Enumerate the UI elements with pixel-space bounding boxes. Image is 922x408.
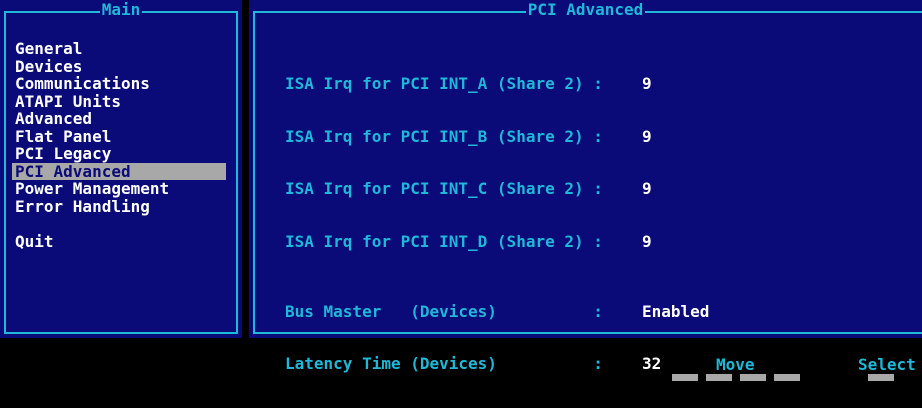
menu-item-pci-legacy[interactable]: PCI Legacy [12,145,226,163]
setting-row-bus-master[interactable]: Bus Master (Devices) : Enabled [285,301,709,321]
arrow-right-key-icon [774,374,800,381]
menu-item-general[interactable]: General [12,40,226,58]
arrow-up-key-icon [672,374,698,381]
help-move-label: Move [716,355,755,374]
setting-value[interactable]: 9 [642,232,652,251]
pci-advanced-title-text: PCI Advanced [525,0,646,19]
setting-separator: : [583,74,613,93]
setting-label: ISA Irq for PCI INT_A (Share 2) [285,74,584,93]
menu-item-communications[interactable]: Communications [12,75,226,93]
menu-item-atapi-units[interactable]: ATAPI Units [12,92,226,111]
setting-separator: : [583,179,613,198]
menu-item-pci-advanced[interactable]: PCI Advanced [12,162,226,180]
help-select-label: Select [858,355,916,374]
pci-advanced-title: PCI Advanced [249,0,922,19]
settings-list: ISA Irq for PCI INT_A (Share 2) : 9 ISA … [285,40,709,408]
setting-separator: : [496,301,613,321]
pci-advanced-panel: PCI Advanced ISA Irq for PCI INT_A (Shar… [249,0,922,372]
menu-item-power-management[interactable]: Power Management [12,180,226,198]
main-menu-panel: Main General Devices Communications ATAP… [0,0,242,338]
setting-label: Latency Time (Devices) [285,354,497,373]
enter-key-icon [868,374,894,381]
setting-separator: : [496,354,613,373]
setting-value[interactable]: 32 [642,354,661,373]
setting-separator: : [583,231,613,251]
menu-item-quit[interactable]: Quit [12,232,226,251]
main-menu-title-text: Main [99,0,143,19]
setting-label: ISA Irq for PCI INT_B (Share 2) [285,126,584,146]
setting-label: ISA Irq for PCI INT_C (Share 2) [285,179,584,198]
setting-row-int-d[interactable]: ISA Irq for PCI INT_D (Share 2) : 9 [285,231,709,251]
setting-label: ISA Irq for PCI INT_D (Share 2) [285,231,584,251]
menu-item-advanced[interactable]: Advanced [12,110,226,128]
setting-row-int-b[interactable]: ISA Irq for PCI INT_B (Share 2) : 9 [285,126,709,146]
setting-row-int-a[interactable]: ISA Irq for PCI INT_A (Share 2) : 9 [285,75,709,93]
menu-item-devices[interactable]: Devices [12,57,226,76]
setting-value[interactable]: 9 [642,179,652,198]
setting-value[interactable]: Enabled [642,302,709,321]
main-menu-title: Main [0,0,242,19]
setting-separator: : [583,126,613,146]
setting-value[interactable]: 9 [642,127,652,146]
setting-value[interactable]: 9 [642,74,652,93]
main-menu-list: General Devices Communications ATAPI Uni… [12,40,226,250]
arrow-left-key-icon [740,374,766,381]
setting-row-int-c[interactable]: ISA Irq for PCI INT_C (Share 2) : 9 [285,180,709,198]
setting-label: Bus Master (Devices) [285,301,497,321]
menu-item-error-handling[interactable]: Error Handling [12,197,226,216]
arrow-down-key-icon [706,374,732,381]
setting-row-latency-time[interactable]: Latency Time (Devices) : 32 [285,355,709,373]
menu-item-flat-panel[interactable]: Flat Panel [12,127,226,146]
